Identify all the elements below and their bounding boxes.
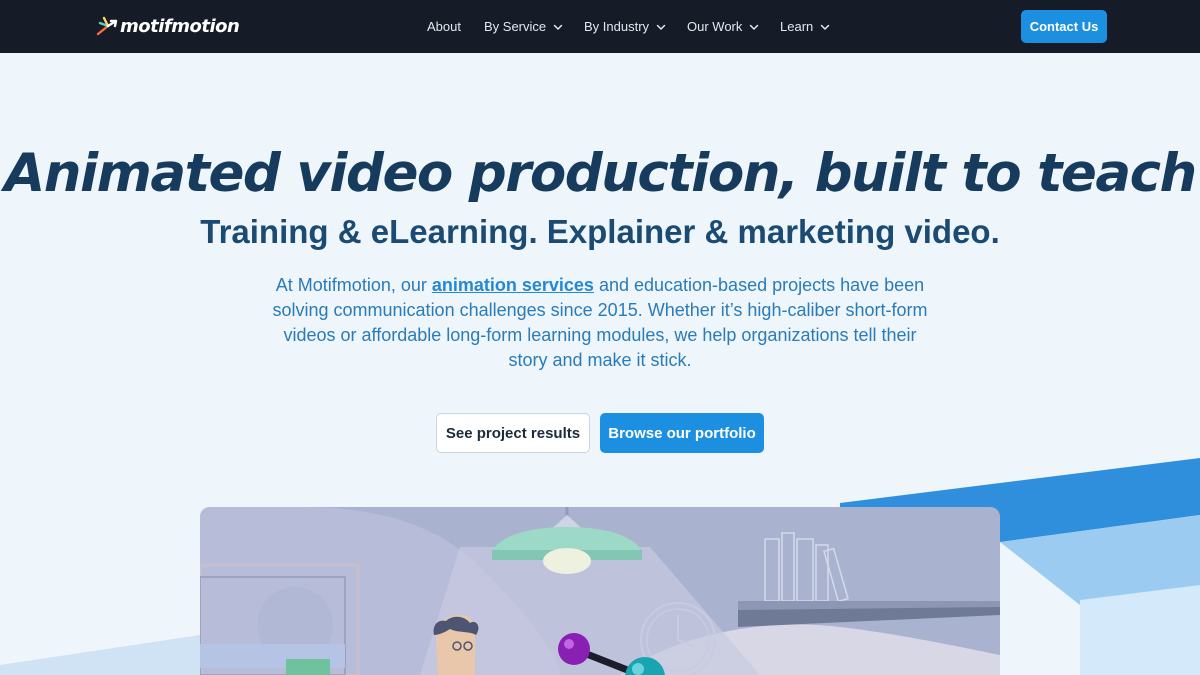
nav-item-label: Learn [780,19,814,34]
nav-item-by-service[interactable]: By Service [484,0,563,53]
nav-item-label: By Service [484,19,547,34]
logo-arrow-icon [96,16,118,36]
chevron-down-icon [553,24,563,30]
nav-item-by-industry[interactable]: By Industry [584,0,666,53]
intro-text-start: At Motifmotion, our [275,275,432,295]
contact-us-button[interactable]: Contact Us [1021,10,1107,43]
top-navbar: motifmotion About By Service By Industry… [0,0,1200,53]
nav-item-label: About [427,19,461,34]
chevron-down-icon [750,24,759,30]
nav-item-our-work[interactable]: Our Work [687,0,759,53]
hero-subheadline: Training & eLearning. Explainer & market… [200,213,1000,250]
chevron-down-icon [821,24,830,30]
brand-name: motifmotion [120,15,240,37]
hero-video-preview[interactable] [200,507,1000,675]
see-project-results-button[interactable]: See project results [436,413,590,453]
brand-logo[interactable]: motifmotion [96,13,240,39]
nav-item-learn[interactable]: Learn [780,0,830,53]
character-icon [433,615,479,675]
nav-item-label: By Industry [584,19,650,34]
chevron-down-icon [656,24,666,30]
hero-headline: Animated video production, built to teac… [4,143,1197,204]
hero-intro: At Motifmotion, our animation services a… [270,273,930,373]
nav-item-about[interactable]: About [427,0,461,53]
animation-services-link[interactable]: animation services [432,275,594,295]
browse-portfolio-button[interactable]: Browse our portfolio [600,413,764,453]
nav-item-label: Our Work [687,19,743,34]
video-scene [200,507,1000,675]
